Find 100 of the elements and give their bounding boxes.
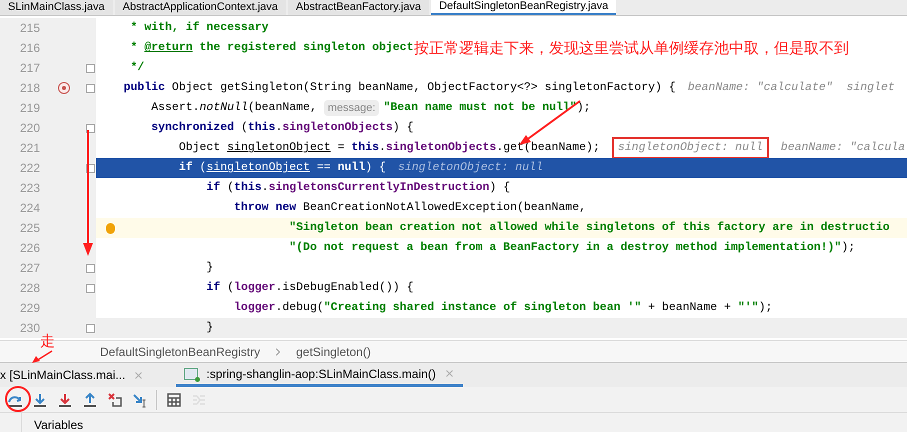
code-token: ( [240,120,248,136]
code-token: .get(beanName); [496,140,600,156]
code-token: ) { [392,120,414,136]
code-token: ) { [489,180,510,196]
code-token: if [178,160,194,176]
code-token: singletonsCurrentlyInDestruction [268,180,490,196]
close-icon[interactable] [133,370,144,380]
drop-frame-icon [106,392,122,408]
force-step-into-icon [56,392,72,408]
breadcrumb-item[interactable]: DefaultSingletonBeanRegistry [100,342,260,360]
fold-marker-icon[interactable] [86,124,95,132]
code-token: this [234,180,262,196]
annotation-note: 走 [40,331,55,352]
line-number: 215 [18,20,40,37]
code-token: . [379,140,386,156]
code-token: Object [178,140,222,156]
step-into-icon [32,392,48,408]
line-number: 223 [18,180,40,197]
line-number: 226 [18,240,40,257]
code-token: (beanName, [248,100,318,116]
code-token: "(Do not request a bean from a BeanFactory in a destroy method implementation!)" [289,240,842,256]
fold-marker-icon[interactable] [86,284,95,292]
editor-tab[interactable]: SLinMainClass.java [0,0,113,15]
code-token: } [206,260,214,276]
code-token: the registered singleton object [200,40,414,56]
code-token: singletonObject [206,160,310,176]
code-token: . [262,180,269,196]
annotation-circle [4,385,32,413]
debug-tab[interactable]: x [SLinMainClass.mai... [0,363,152,387]
editor-tab[interactable]: AbstractApplicationContext.java [114,0,286,15]
code-token: this [248,120,276,136]
fold-marker-icon[interactable] [86,264,95,272]
editor-tab[interactable]: DefaultSingletonBeanRegistry.java [431,0,616,15]
code-token: == [316,160,332,176]
code-token: ); [758,300,772,316]
code-token: Assert. [151,100,200,116]
code-token: null [338,160,366,176]
code-token: logger [234,280,276,296]
run-config-icon [184,368,198,380]
inline-value-hint: beanName: "calculate" singlet [688,80,895,96]
code-token: ( [227,280,234,296]
line-number: 217 [18,60,40,77]
editor-tab[interactable]: AbstractBeanFactory.java [288,0,430,15]
code-token: Object getSingleton(String beanName, ObjectFactory<?> singletonFactory) { [172,80,676,96]
inline-value-hint: singletonObject: null [398,160,543,176]
code-token: ); [576,100,591,116]
code-token: .debug( [275,300,324,316]
breadcrumb-item[interactable]: getSingleton() [296,342,371,360]
code-token: */ [130,60,144,76]
annotation-arrow [30,350,54,364]
code-token: ) { [365,160,386,176]
code-token: @return [144,40,193,56]
code-token: = [338,140,346,156]
line-number: 220 [18,120,40,137]
code-token: throw new [234,200,298,216]
code-token: * [130,40,138,56]
line-number: 229 [18,300,40,317]
code-token: .isDebugEnabled()) { [275,280,414,296]
line-number: 221 [18,140,40,157]
calculator-icon [166,392,182,408]
line-number: 222 [18,160,40,177]
code-token: ( [200,160,206,176]
code-token: + beanName + [648,300,732,316]
close-icon[interactable] [444,368,455,379]
step-out-icon [82,392,98,408]
fold-marker-icon[interactable] [86,324,95,332]
code-token: ); [841,240,856,256]
code-token: ( [227,180,234,196]
code-token: this [351,140,379,156]
code-token: * with, if necessary [130,20,269,36]
fold-marker-icon[interactable] [86,84,95,92]
line-number: 227 [18,260,40,277]
annotation-note: 按正常逻辑走下来，发现这里尝试从单例缓存池中取，但是取不到 [414,38,849,59]
code-token: public [124,80,166,96]
code-token: "Singleton bean creation not allowed while singletons of this factory are in destructio [289,220,890,236]
code-token: . [275,120,282,136]
parameter-hint: message: [324,100,380,116]
line-number: 219 [18,100,40,117]
code-token: singletonObjects [386,140,496,156]
code-token: singletonObject [227,140,331,156]
code-token: if [206,280,222,296]
fold-marker-icon[interactable] [86,64,95,72]
code-token: } [206,320,214,336]
code-token: synchronized [151,120,236,136]
line-number: 230 [18,320,40,337]
code-token: "Creating shared instance of singleton bean '" [324,300,642,316]
code-token: notNull [200,100,248,116]
line-number: 218 [18,80,40,97]
code-token: "'" [738,300,759,316]
panel-title: Variables [34,417,84,432]
line-number: 228 [18,280,40,297]
code-token: if [206,180,222,196]
run-to-cursor-icon [132,392,148,408]
code-token: logger [234,300,276,316]
line-number: 225 [18,220,40,237]
line-number: 224 [18,200,40,217]
line-number: 216 [18,40,40,57]
code-token: BeanCreationNotAllowedException(beanName, [303,200,586,216]
inline-value-hint: beanName: "calcula [780,140,906,156]
code-token: singletonObjects [282,120,393,136]
